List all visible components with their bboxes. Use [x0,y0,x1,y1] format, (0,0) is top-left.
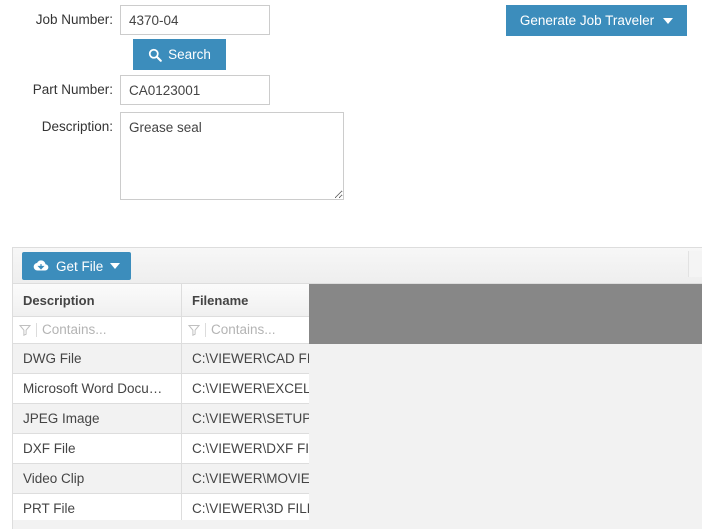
get-file-button-label: Get File [56,258,104,274]
table-row[interactable]: Microsoft Word Docum... C:\VIEWER\EXCEL … [13,373,351,404]
file-panel-toolbar: Get File [13,248,702,284]
cell-description: JPEG Image [13,403,182,434]
file-grid-table: Description Filename Contains... Contain… [13,284,351,524]
filter-separator [36,323,37,337]
file-grid: Description Filename Contains... Contain… [13,284,702,529]
table-row[interactable]: Video Clip C:\VIEWER\MOVIES\M... [13,463,351,494]
grid-header-row: Description Filename [13,284,351,317]
job-number-row: Job Number: [0,5,270,35]
cloud-download-icon [33,259,49,273]
generate-job-traveler-label: Generate Job Traveler [519,13,655,28]
job-number-label: Job Number: [35,12,113,27]
generate-job-traveler-button[interactable]: Generate Job Traveler [506,5,687,36]
cell-description: Microsoft Word Docum... [13,373,182,404]
toolbar-scroll-affordance[interactable] [688,251,702,277]
filter-icon[interactable] [188,324,200,336]
part-number-row: Part Number: [0,75,270,105]
filter-cell-description[interactable]: Contains... [13,316,182,344]
part-number-input[interactable] [120,75,270,105]
column-header-description[interactable]: Description [13,284,182,317]
description-label: Description: [41,119,113,134]
cell-description: DXF File [13,433,182,464]
job-detail-form: Job Number: Search Part Number: Descript… [0,0,702,230]
table-row[interactable]: PRT File C:\VIEWER\3D FILES\TH... [13,493,351,524]
search-button[interactable]: Search [133,39,226,70]
cell-description: PRT File [13,493,182,524]
description-row: Description: [0,112,344,200]
caret-down-icon [663,17,674,24]
grid-body: DWG File C:\VIEWER\CAD FILES\... Microso… [13,343,351,524]
job-number-input[interactable] [120,5,270,35]
get-file-button[interactable]: Get File [22,252,132,280]
search-button-label: Search [168,47,211,62]
filter-input-description[interactable]: Contains... [42,317,107,343]
grid-overlay-block [309,284,702,344]
grid-bottom-area [13,520,309,529]
file-attachments-panel: Get File Description Filename Contains..… [12,247,702,529]
table-row[interactable]: JPEG Image C:\VIEWER\SETUP PICT... [13,403,351,434]
description-textarea[interactable] [120,112,344,200]
filter-separator [205,323,206,337]
part-number-label: Part Number: [32,82,113,97]
grid-empty-area [309,344,702,529]
cell-description: DWG File [13,343,182,374]
filter-icon[interactable] [19,324,31,336]
cell-description: Video Clip [13,463,182,494]
filter-input-filename[interactable]: Contains... [211,317,276,343]
table-row[interactable]: DXF File C:\VIEWER\DXF FILES\N... [13,433,351,464]
table-row[interactable]: DWG File C:\VIEWER\CAD FILES\... [13,343,351,374]
grid-filter-row: Contains... Contains... [13,316,351,344]
search-icon [148,48,162,62]
caret-down-icon [110,263,121,269]
